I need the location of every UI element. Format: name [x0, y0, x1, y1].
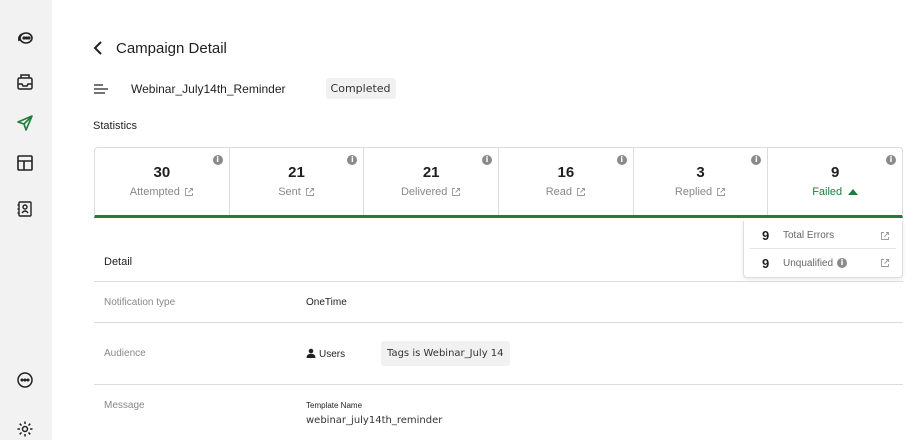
send-icon[interactable] [14, 112, 36, 134]
sidebar [0, 0, 52, 440]
inbox-icon[interactable] [14, 71, 36, 93]
stat-replied[interactable]: i 3 Replied [634, 148, 769, 215]
stat-label-text: Replied [674, 186, 713, 198]
notification-type-label: Notification type [104, 297, 176, 308]
stat-value: 21 [288, 164, 305, 181]
campaign-row: Webinar_July14th_Reminder Completed [93, 78, 396, 99]
stat-sent[interactable]: i 21 Sent [230, 148, 365, 215]
message-label: Message [104, 400, 145, 411]
gear-icon[interactable] [14, 418, 36, 440]
stat-label-text: Read [545, 186, 572, 198]
error-label-text: Unqualified [783, 257, 834, 269]
stat-value: 9 [831, 164, 840, 181]
stat-attempted[interactable]: i 30 Attempted [95, 148, 230, 215]
audience-value: Users [306, 348, 345, 360]
user-icon [306, 348, 316, 358]
detail-title: Detail [104, 256, 133, 268]
external-link-icon[interactable] [880, 258, 890, 268]
template-name-value: webinar_july14th_reminder [306, 415, 443, 426]
stat-value: 16 [557, 164, 575, 181]
statistics-label: Statistics [93, 120, 138, 132]
divider [94, 281, 903, 282]
error-label-text: Total Errors [783, 230, 835, 241]
campaign-name: Webinar_July14th_Reminder [131, 81, 286, 96]
layout-icon[interactable] [14, 152, 36, 174]
info-icon[interactable]: i [837, 258, 848, 268]
stat-label: Replied [634, 186, 768, 198]
stat-label: Read [499, 186, 633, 198]
stat-label-text: Sent [278, 186, 301, 198]
chat-bubble-icon[interactable] [14, 27, 36, 49]
stat-label-text: Failed [812, 186, 843, 198]
caret-up-icon[interactable] [848, 189, 859, 195]
stat-delivered[interactable]: i 21 Delivered [364, 148, 500, 215]
error-count: 9 [762, 255, 770, 271]
stat-value: 3 [696, 164, 705, 181]
error-row-unqualified[interactable]: 9 Unqualified i [750, 250, 896, 276]
status-badge: Completed [325, 78, 396, 99]
stat-label-text: Attempted [129, 186, 180, 198]
error-label: Total Errors [783, 230, 834, 241]
notification-type-value: OneTime [306, 297, 347, 308]
stat-label: Attempted [95, 186, 229, 198]
chevron-left-icon[interactable] [93, 38, 107, 58]
external-link-icon[interactable] [184, 187, 194, 197]
audience-tag-chip: Tags is Webinar_July 14 [381, 341, 510, 366]
template-name-label: Template Name [306, 401, 363, 410]
stat-label: Sent [230, 186, 364, 198]
error-count: 9 [762, 228, 770, 243]
external-link-icon[interactable] [716, 187, 726, 197]
stat-label-text: Delivered [400, 186, 448, 198]
error-label: Unqualified i [783, 257, 848, 269]
stat-read[interactable]: i 16 Read [499, 148, 634, 215]
audience-label: Audience [104, 348, 146, 359]
message-icon[interactable] [14, 369, 36, 391]
stat-failed[interactable]: i 9 Failed [768, 148, 902, 215]
menu-icon[interactable] [93, 82, 109, 96]
stat-value: 21 [422, 164, 440, 181]
external-link-icon[interactable] [451, 187, 461, 197]
stat-label: Delivered [364, 186, 498, 198]
external-link-icon[interactable] [305, 187, 315, 197]
contact-card-icon[interactable] [14, 198, 36, 220]
page-title: Campaign Detail [116, 39, 227, 57]
error-row-total[interactable]: 9 Total Errors [750, 223, 896, 249]
stat-value: 30 [153, 164, 171, 181]
statistics-panel: i 30 Attempted i 21 Sent i 21 Delivered … [94, 147, 903, 218]
page-header: Campaign Detail [93, 38, 227, 58]
divider [94, 322, 903, 323]
stat-label: Failed [768, 186, 902, 198]
external-link-icon[interactable] [880, 231, 890, 241]
audience-value-text: Users [319, 349, 346, 360]
external-link-icon[interactable] [576, 187, 586, 197]
failed-breakdown-dropdown: 9 Total Errors 9 Unqualified i [743, 221, 903, 278]
divider [94, 384, 903, 385]
